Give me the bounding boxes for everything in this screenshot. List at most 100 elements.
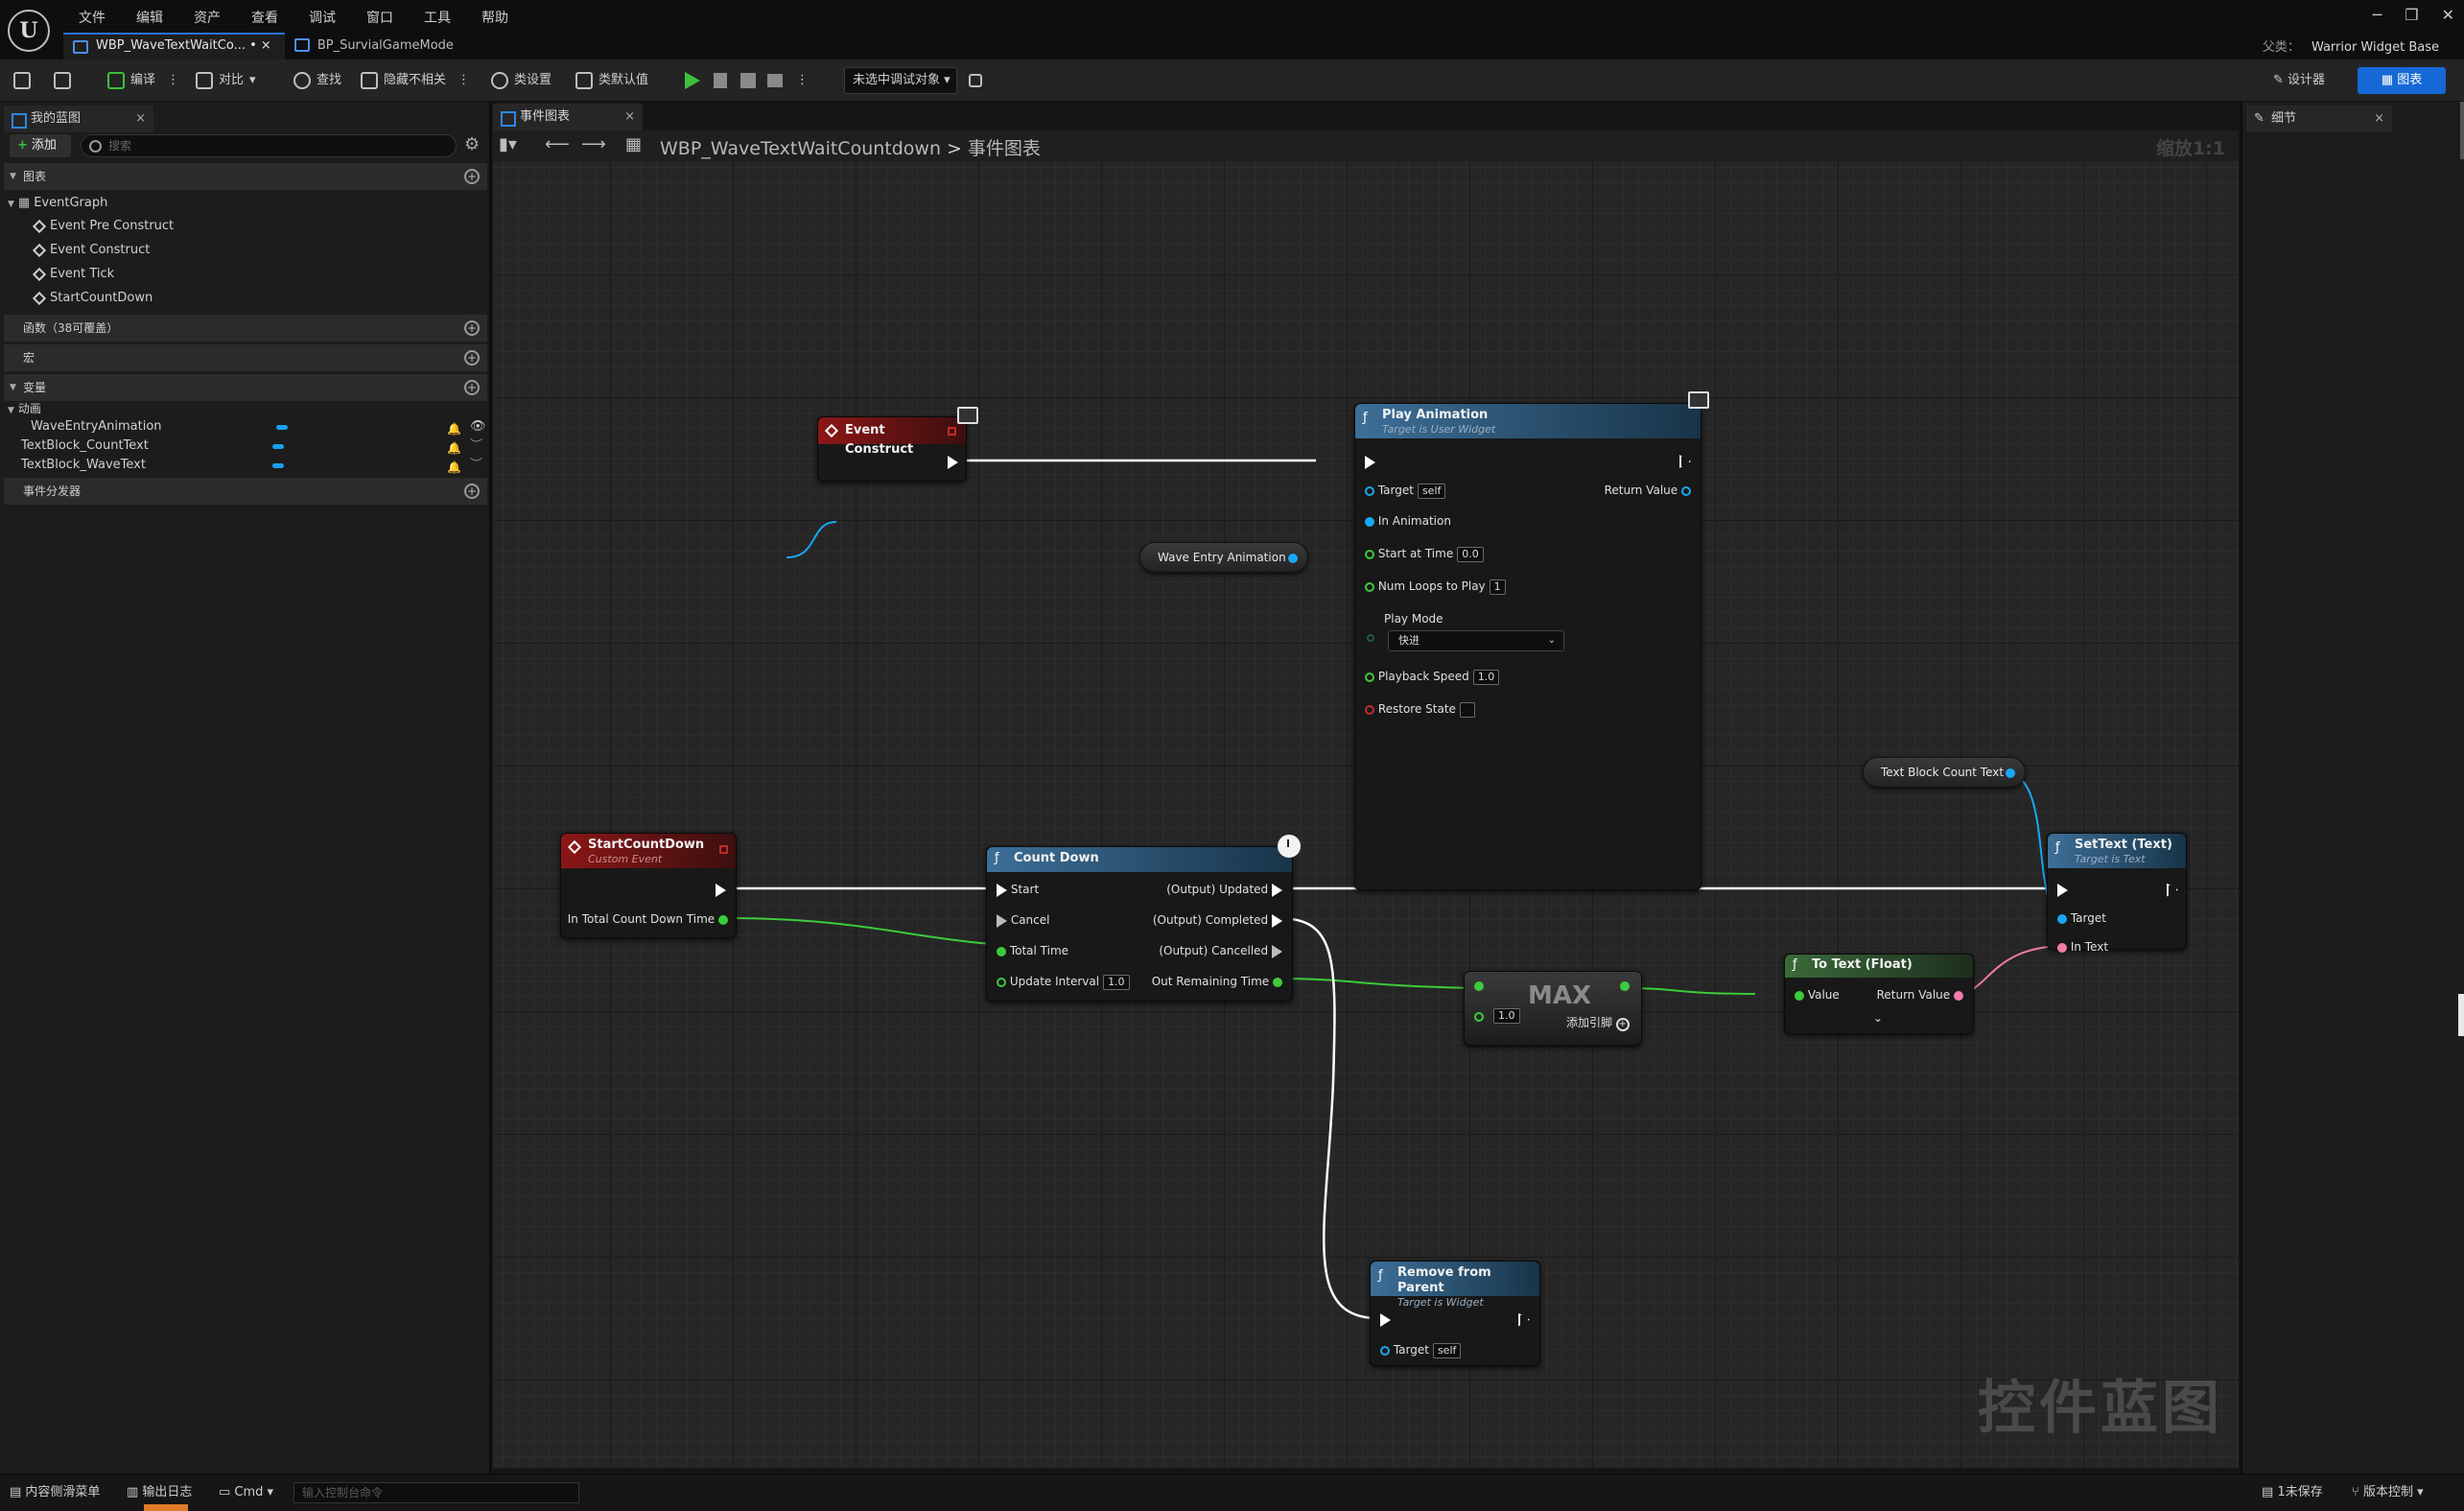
breadcrumb-graph[interactable]: 事件图表 xyxy=(968,138,1041,159)
add-pin-button[interactable]: 添加引脚 + xyxy=(1566,1014,1630,1031)
updated-exec-pin[interactable] xyxy=(1272,883,1282,897)
in-animation-pin[interactable] xyxy=(1365,516,1374,527)
node-event-construct[interactable]: Event Construct xyxy=(817,416,967,482)
unreal-logo-icon[interactable]: U xyxy=(8,10,50,52)
debug-object-select[interactable]: 未选中调试对象 ▾ xyxy=(844,67,957,94)
diff-button[interactable]: 对比 ▾ xyxy=(196,67,256,94)
restore-state-checkbox[interactable] xyxy=(1459,701,1475,718)
add-button[interactable]: + 添加 xyxy=(10,134,71,157)
total-time-pin[interactable] xyxy=(997,946,1006,956)
content-drawer-button[interactable]: ▤ 内容侧滑菜单 xyxy=(10,1482,100,1503)
variable-wave-entry-animation[interactable]: WaveEntryAnimation 🔔 👁 xyxy=(0,417,487,437)
graph-mode-button[interactable]: ▦ 图表 xyxy=(2358,67,2446,94)
value-pin[interactable] xyxy=(1795,990,1804,1001)
exec-in-pin[interactable] xyxy=(1380,1312,1391,1327)
unsaved-button[interactable]: ▤ 1未保存 xyxy=(2262,1482,2323,1503)
exec-out-pin[interactable] xyxy=(1518,1312,1530,1327)
update-interval-pin[interactable] xyxy=(997,977,1006,987)
node-to-text-float[interactable]: ƒ To Text (Float) Value Return Value ⌄ xyxy=(1784,954,1974,1034)
cmd-select[interactable]: ▭ Cmd ▾ xyxy=(219,1482,273,1503)
settings-gear-icon[interactable]: ⚙ xyxy=(464,134,485,155)
max-input-a-pin[interactable] xyxy=(1474,981,1484,991)
tree-event-pre-construct[interactable]: Event Pre Construct xyxy=(32,215,174,238)
close-tab-icon[interactable]: × xyxy=(2374,106,2384,132)
menu-tools[interactable]: 工具 xyxy=(409,8,466,29)
completed-exec-pin[interactable] xyxy=(1272,913,1282,928)
tab-details[interactable]: 细节× xyxy=(2246,106,2392,132)
graph-canvas[interactable]: Event Construct ƒ Play Animation Target is… xyxy=(493,161,2239,1468)
section-variables[interactable]: ▼ 变量 + xyxy=(4,374,487,401)
forward-arrow-icon[interactable]: ⟶ xyxy=(581,134,606,154)
section-event-dispatchers[interactable]: 事件分发器 + xyxy=(4,478,487,505)
play-mode-pin[interactable] xyxy=(1367,634,1374,642)
minimize-icon[interactable]: ─ xyxy=(2373,6,2382,24)
in-text-pin[interactable] xyxy=(2057,942,2067,953)
hide-unrelated-button[interactable]: 隐藏不相关 ⋮ xyxy=(361,67,470,94)
variable-text-block-wave-text[interactable]: TextBlock_WaveText 🔔 ︶ xyxy=(0,456,487,475)
visibility-closed-icon[interactable]: ︶ xyxy=(470,456,482,475)
section-graphs[interactable]: ▼ 图表 + xyxy=(4,163,487,190)
stop-button[interactable] xyxy=(740,67,756,94)
close-tab-icon[interactable]: × xyxy=(624,104,635,130)
tab-bp-survial-game-mode[interactable]: BP_SurvialGameMode xyxy=(285,33,467,59)
node-max[interactable]: 1.0 MAX 添加引脚 + xyxy=(1464,971,1642,1046)
section-functions[interactable]: 函数（38可覆盖） + xyxy=(4,315,487,342)
target-pin[interactable] xyxy=(1380,1345,1390,1356)
target-pin[interactable] xyxy=(2057,913,2067,924)
tree-start-count-down[interactable]: StartCountDown xyxy=(32,287,153,310)
find-button[interactable]: 查找 xyxy=(293,67,341,94)
node-play-animation[interactable]: ƒ Play Animation Target is User Widget Tar… xyxy=(1354,403,1701,890)
variable-text-block-count-text[interactable]: TextBlock_CountText 🔔 ︶ xyxy=(0,437,487,456)
in-total-time-pin[interactable] xyxy=(718,914,728,925)
playback-speed-input[interactable]: 1.0 xyxy=(1472,669,1500,685)
exec-out-pin[interactable] xyxy=(2167,883,2178,897)
menu-help[interactable]: 帮助 xyxy=(466,8,524,29)
tree-event-graph[interactable]: ▼ ▦ EventGraph xyxy=(8,192,107,215)
playback-speed-pin[interactable] xyxy=(1365,672,1374,682)
menu-view[interactable]: 查看 xyxy=(236,8,293,29)
menu-asset[interactable]: 资产 xyxy=(178,8,236,29)
max-input-b-pin[interactable] xyxy=(1474,1012,1484,1022)
add-dispatcher-icon[interactable]: + xyxy=(464,484,480,499)
replication-icon[interactable]: 🔔 xyxy=(447,419,461,438)
cancelled-exec-pin[interactable] xyxy=(1272,944,1282,958)
restore-state-pin[interactable] xyxy=(1365,704,1374,715)
menu-window[interactable]: 窗口 xyxy=(351,8,409,29)
exec-in-pin[interactable] xyxy=(1365,455,1375,469)
max-output-pin[interactable] xyxy=(1620,981,1630,991)
visibility-eye-icon[interactable]: 👁 xyxy=(470,417,486,437)
tab-my-blueprint[interactable]: 我的蓝图 × xyxy=(4,106,153,132)
replication-icon[interactable]: 🔔 xyxy=(447,458,461,477)
cancel-exec-pin[interactable] xyxy=(997,913,1007,928)
eject-button[interactable] xyxy=(767,67,783,94)
node-text-block-count-text[interactable]: Text Block Count Text xyxy=(1863,757,2026,788)
menu-file[interactable]: 文件 xyxy=(63,8,121,29)
browse-button[interactable] xyxy=(54,67,71,94)
scrollbar[interactable] xyxy=(2460,102,2464,159)
node-set-text[interactable]: ƒ SetText (Text) Target is Text Target In … xyxy=(2047,833,2187,954)
out-remaining-time-pin[interactable] xyxy=(1273,977,1282,987)
start-at-time-pin[interactable] xyxy=(1365,549,1374,559)
node-remove-from-parent[interactable]: ƒ Remove from Parent Target is Widget Targ… xyxy=(1370,1261,1540,1366)
output-pin[interactable] xyxy=(2006,768,2015,778)
tree-event-construct[interactable]: Event Construct xyxy=(32,239,150,262)
node-wave-entry-animation[interactable]: Wave Entry Animation xyxy=(1139,542,1308,573)
restore-icon[interactable]: ❐ xyxy=(2405,6,2418,24)
save-button[interactable] xyxy=(13,67,31,94)
class-settings-button[interactable]: 类设置 xyxy=(491,67,551,94)
num-loops-input[interactable]: 1 xyxy=(1489,578,1506,595)
section-macros[interactable]: 宏 + xyxy=(4,344,487,371)
exec-out-pin[interactable] xyxy=(716,883,726,897)
add-function-icon[interactable]: + xyxy=(464,320,480,336)
exec-in-pin[interactable] xyxy=(2057,883,2068,897)
menu-debug[interactable]: 调试 xyxy=(293,8,351,29)
back-arrow-icon[interactable]: ⟵ xyxy=(545,134,570,154)
parent-class-link[interactable]: Warrior Widget Base xyxy=(2311,40,2439,55)
start-exec-pin[interactable] xyxy=(997,883,1007,897)
return-value-pin[interactable] xyxy=(1681,485,1691,496)
tab-event-graph[interactable]: 事件图表 × xyxy=(493,104,643,130)
bookmark-icon[interactable]: ▮▾ xyxy=(499,134,517,154)
node-count-down[interactable]: ƒ Count Down Start Cancel Total Time Upda… xyxy=(986,846,1293,1002)
start-at-time-input[interactable]: 0.0 xyxy=(1457,546,1484,562)
class-defaults-button[interactable]: 类默认值 xyxy=(575,67,648,94)
